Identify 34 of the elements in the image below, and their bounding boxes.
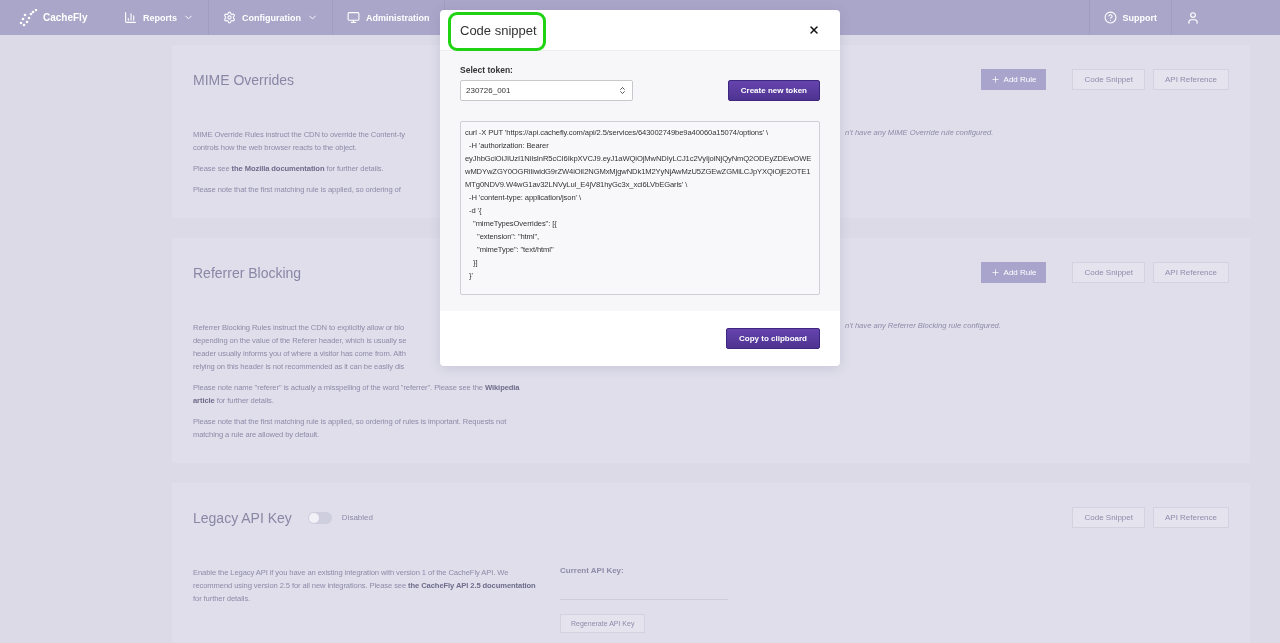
dialog-title: Code snippet — [460, 22, 537, 38]
add-rule-button[interactable]: Add Rule — [980, 69, 1047, 90]
section-title: Legacy API Key — [193, 509, 292, 526]
token-label: Select token: — [460, 65, 514, 75]
copy-button[interactable]: Copy to clipboard — [726, 328, 820, 349]
logo-icon — [18, 8, 40, 27]
nav-menu-item[interactable]: Reports — [110, 0, 209, 35]
field-label: Current API Key: — [560, 566, 625, 575]
logo-text: CacheFly — [43, 12, 88, 23]
header-button[interactable]: Code Snippet — [1072, 262, 1145, 283]
header-button[interactable]: API Reference — [1152, 262, 1229, 283]
support-link[interactable]: Support — [1088, 0, 1172, 35]
header-button[interactable]: Code Snippet — [1072, 507, 1145, 528]
toggle-label: Disabled — [341, 513, 373, 522]
close-button[interactable] — [808, 24, 820, 36]
nav-menu-item[interactable]: Configuration — [209, 0, 333, 35]
section-title: MIME Overrides — [193, 71, 295, 88]
header-button[interactable]: Code Snippet — [1072, 69, 1145, 90]
token-select[interactable]: 230726_001 — [460, 80, 633, 101]
bar-chart-icon — [124, 11, 137, 24]
select-arrows-icon — [618, 86, 627, 95]
plus-icon — [990, 268, 1000, 277]
user-icon — [1186, 10, 1200, 25]
monitor-icon — [347, 11, 360, 24]
plus-icon — [990, 75, 1000, 84]
help-icon — [1103, 11, 1117, 24]
gear-icon — [223, 11, 236, 24]
create-token-button[interactable]: Create new token — [727, 80, 820, 101]
section-title: Referrer Blocking — [193, 264, 302, 281]
add-rule-button[interactable]: Add Rule — [980, 262, 1047, 283]
header-button[interactable]: API Reference — [1152, 507, 1229, 528]
logo[interactable]: CacheFly — [18, 8, 110, 27]
toggle-switch[interactable] — [307, 511, 332, 524]
header-button[interactable]: API Reference — [1152, 69, 1229, 90]
